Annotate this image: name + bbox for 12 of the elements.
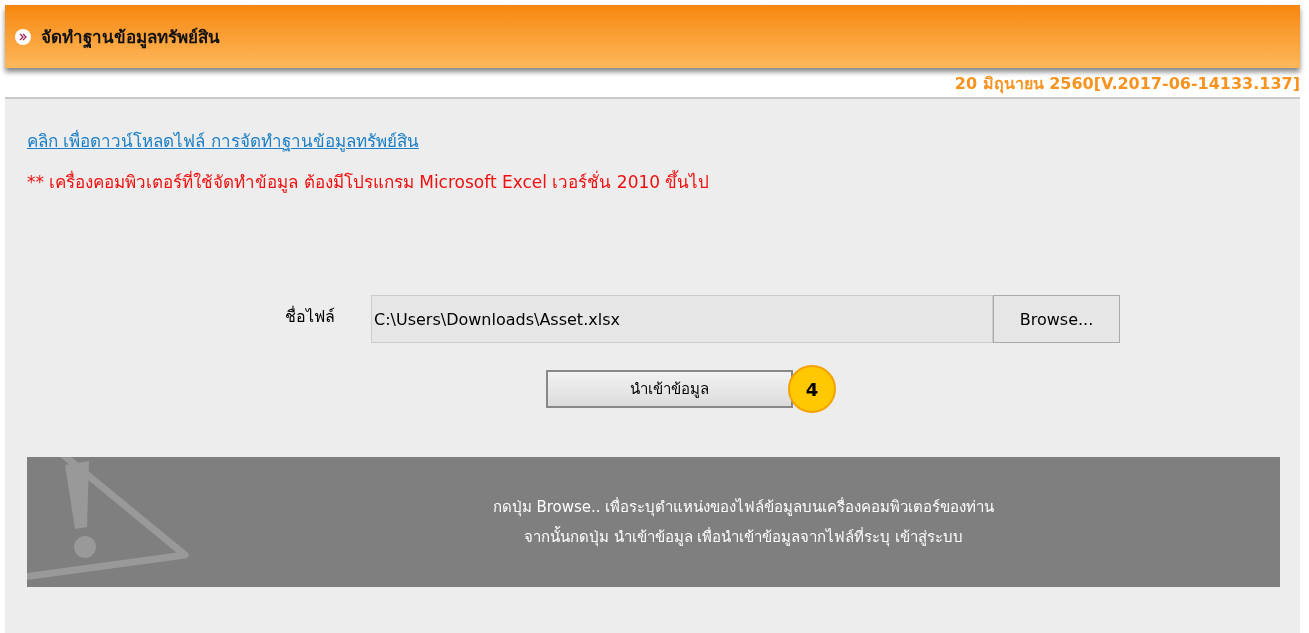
browse-button[interactable]: Browse...	[993, 295, 1120, 343]
chevron-icon	[15, 28, 31, 45]
file-path-field[interactable]: C:\Users\Downloads\Asset.xlsx	[371, 295, 993, 343]
version-text: 20 มิถุนายน 2560[V.2017-06-14133.137]	[954, 73, 1300, 96]
import-button[interactable]: นำเข้าข้อมูล	[546, 370, 793, 408]
requirement-note: ** เครื่องคอมพิวเตอร์ที่ใช้จัดทำข้อมูล ต้องมีโปรแกรม Microsoft Excel เวอร์ชั่น 2010 ขึ้นไป	[27, 169, 710, 195]
info-text: จากนั้นกดปุ่ม นำเข้าข้อมูล เพื่อนำเข้าข้อมูลจากไฟล์ที่ระบุ เข้าสู่ระบบ	[523, 525, 964, 549]
download-link[interactable]: คลิก เพื่อดาวน์โหลดไฟล์ การจัดทำฐานข้อมูลทรัพย์สิน	[27, 127, 419, 154]
info-text: กดปุ่ม Browse.. เพื่อระบุตำแหน่งของไฟล์ข้อมูลบนเครื่องคอมพิวเตอร์ของท่าน	[492, 496, 995, 519]
field-label: ชื่อไฟล์	[285, 305, 336, 328]
step-badge: 4	[788, 365, 836, 413]
page-title: จัดทำฐานข้อมูลทรัพย์สิน	[41, 26, 220, 50]
